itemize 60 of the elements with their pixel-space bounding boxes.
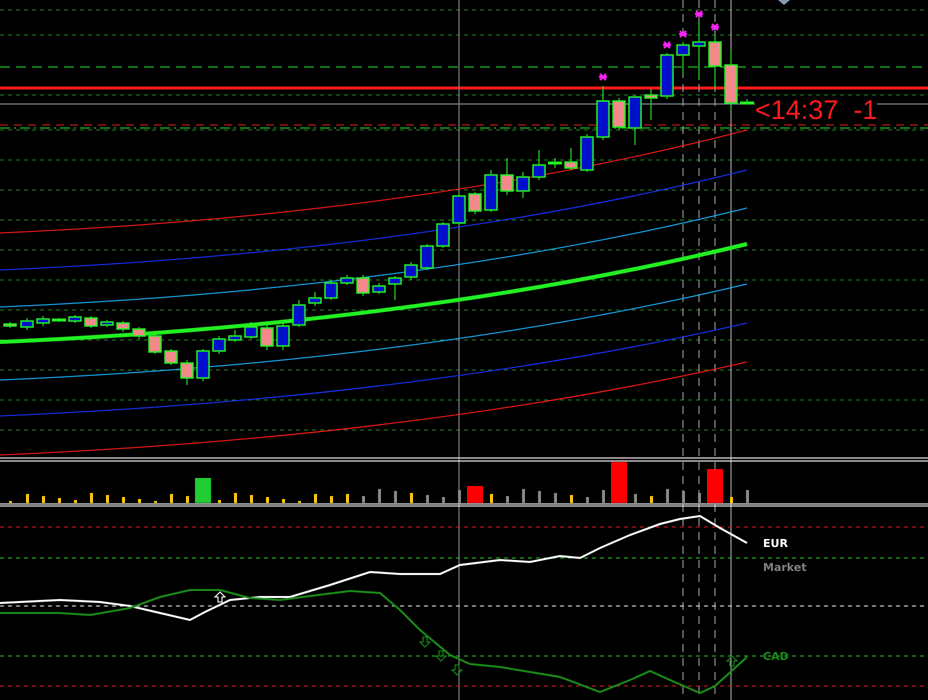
- candle: [372, 282, 386, 294]
- candle: [228, 330, 242, 342]
- down-arrow-icon: [434, 650, 448, 662]
- candle: [484, 170, 498, 212]
- candle: [580, 134, 594, 172]
- candle: [164, 348, 178, 366]
- candle: [436, 222, 450, 248]
- candle: [692, 22, 706, 80]
- candle: [564, 148, 578, 170]
- candle: [324, 280, 338, 300]
- up-arrow-icon: [214, 591, 226, 602]
- asterisk-marker-icon: [679, 30, 687, 38]
- asterisk-marker-icon: [663, 41, 671, 49]
- candle: [516, 172, 530, 198]
- candle: [100, 320, 114, 328]
- candle: [308, 292, 322, 306]
- legend-label: CAD: [763, 650, 789, 664]
- candle: [148, 334, 162, 354]
- candle: [340, 274, 354, 286]
- legend-label: Market: [763, 561, 807, 574]
- down-arrow-icon: [418, 636, 432, 648]
- candle: [388, 276, 402, 300]
- candle: [500, 158, 514, 196]
- candle: [660, 52, 674, 100]
- asterisk-marker-icon: [695, 10, 703, 18]
- candle: [68, 314, 82, 324]
- candle: [20, 318, 34, 330]
- candle: [708, 34, 722, 90]
- candle: [52, 318, 66, 322]
- down-arrow-icon: [450, 664, 464, 676]
- candle: [644, 88, 658, 120]
- candle: [36, 316, 50, 326]
- candle: [356, 274, 370, 296]
- candle: [116, 320, 130, 332]
- asterisk-marker-icon: [711, 23, 719, 31]
- candle: [196, 348, 210, 382]
- candle: [180, 360, 194, 386]
- candle: [132, 326, 146, 340]
- candle: [244, 322, 258, 340]
- candle: [3, 322, 17, 328]
- candle: [292, 300, 306, 328]
- candle: [84, 316, 98, 328]
- candle: [420, 244, 434, 270]
- candle: [724, 50, 738, 110]
- candle: [740, 98, 754, 104]
- triangle-marker-icon: [778, 0, 790, 5]
- candle: [548, 158, 562, 168]
- candle: [452, 194, 466, 226]
- asterisk-marker-icon: [599, 73, 607, 81]
- candle: [212, 336, 226, 354]
- up-arrow-icon: [726, 655, 738, 666]
- candle: [628, 94, 642, 146]
- candle: [404, 262, 418, 280]
- candle: [468, 192, 482, 214]
- legend-label: EUR: [763, 537, 788, 550]
- candle: [676, 42, 690, 76]
- candle: [596, 86, 610, 140]
- candle: [532, 150, 546, 180]
- candle: [612, 98, 626, 130]
- candle: [276, 322, 290, 350]
